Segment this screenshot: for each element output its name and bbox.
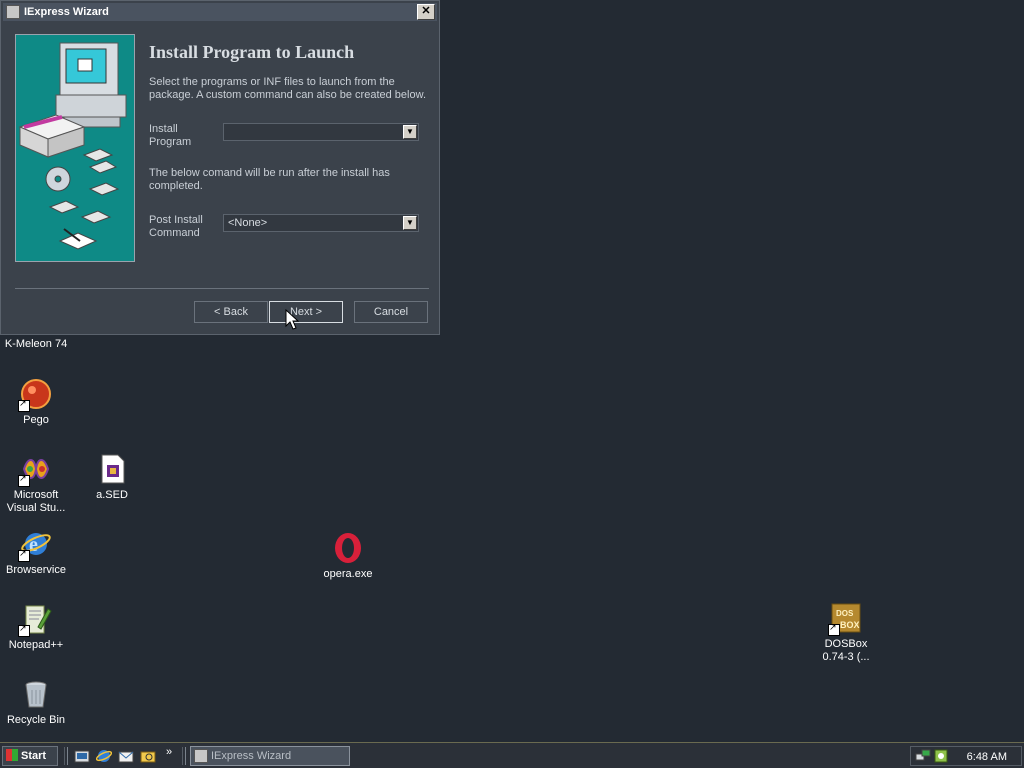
shortcut-arrow-icon [18, 548, 30, 562]
clock[interactable]: 6:48 AM [967, 749, 1007, 765]
dosbox-icon: DOS BOX [828, 602, 862, 636]
desktop-icon-visual-studio[interactable]: Microsoft Visual Stu... [0, 453, 72, 515]
divider [15, 288, 429, 289]
visual-studio-icon [18, 453, 52, 487]
network-icon[interactable] [915, 748, 931, 764]
opera-icon [332, 532, 364, 564]
show-desktop-icon[interactable] [74, 748, 90, 764]
window-title: IExpress Wizard [24, 6, 109, 18]
desktop-icon-browservice[interactable]: e Browservice [0, 528, 72, 577]
chevron-down-icon[interactable]: ▼ [403, 125, 417, 139]
visual-studio-label-1: Microsoft [13, 489, 59, 501]
install-program-combobox[interactable]: ▼ [223, 123, 419, 141]
chevron-down-icon[interactable]: ▼ [403, 216, 417, 230]
pego-label: Pego [23, 414, 49, 426]
post-install-label-2: Command [149, 227, 200, 239]
iexpress-icon [194, 749, 208, 763]
note-text-1: The below comand will be run after the i… [149, 167, 390, 179]
mouse-cursor-icon [285, 309, 299, 330]
system-tray: 6:48 AM [910, 746, 1022, 766]
visual-studio-label-2: Visual Stu... [6, 502, 66, 514]
next-button[interactable]: Next > [269, 301, 343, 323]
explorer-icon[interactable] [140, 748, 156, 764]
outlook-express-icon[interactable] [118, 748, 134, 764]
sed-file-icon [96, 453, 128, 485]
desktop-icon-pego[interactable]: Pego [0, 378, 72, 427]
cancel-button[interactable]: Cancel [354, 301, 428, 323]
shortcut-arrow-icon [18, 623, 30, 637]
pego-icon [18, 378, 52, 412]
quicklaunch-chevron[interactable]: » [166, 746, 172, 758]
notepadpp-icon [18, 603, 52, 637]
intro-text-2: package. A custom command can also be cr… [149, 89, 426, 101]
taskbar-button-iexpress-wizard[interactable]: IExpress Wizard [190, 746, 350, 766]
browservice-label: Browservice [6, 564, 66, 576]
post-install-label-1: Post Install [149, 214, 203, 226]
ased-label: a.SED [96, 489, 128, 501]
window-titlebar[interactable]: IExpress Wizard ✕ [3, 3, 437, 21]
intro-text-1: Select the programs or INF files to laun… [149, 76, 395, 88]
desktop-icon-dosbox[interactable]: DOS BOX DOSBox 0.74-3 (... [810, 602, 882, 664]
dosbox-label-2: 0.74-3 (... [822, 651, 870, 663]
post-install-value: <None> [228, 217, 268, 229]
taskbar-divider [182, 747, 186, 765]
windows-flag-icon [6, 749, 18, 761]
kmeleon-label: K-Meleon 74 [4, 338, 68, 350]
desktop: K-Meleon 74 operating Pego Microsoft Vis… [0, 0, 1024, 742]
dosbox-label-1: DOSBox [824, 638, 868, 650]
recycle-bin-label: Recycle Bin [6, 714, 66, 726]
internet-explorer-icon[interactable] [96, 748, 112, 764]
shortcut-arrow-icon [828, 622, 840, 636]
start-button[interactable]: Start [2, 746, 58, 766]
desktop-icon-notepadpp[interactable]: Notepad++ [0, 603, 72, 652]
svg-text:BOX: BOX [840, 620, 860, 630]
opera-label: opera.exe [323, 568, 373, 580]
internet-explorer-icon: e [18, 528, 52, 562]
install-program-label-1: Install [149, 123, 178, 135]
close-button[interactable]: ✕ [417, 4, 435, 20]
start-label: Start [21, 750, 47, 762]
wizard-heading: Install Program to Launch [149, 42, 355, 62]
desktop-icon-recycle-bin[interactable]: Recycle Bin [0, 678, 72, 727]
iexpress-icon [6, 5, 20, 19]
wizard-illustration [15, 34, 135, 262]
security-icon[interactable] [933, 748, 949, 764]
back-button[interactable]: < Back [194, 301, 268, 323]
shortcut-arrow-icon [18, 398, 30, 412]
notepadpp-label: Notepad++ [8, 639, 64, 651]
desktop-icon-opera[interactable]: opera.exe [312, 532, 384, 581]
svg-text:DOS: DOS [836, 609, 854, 618]
quicklaunch-divider [64, 747, 68, 765]
recycle-bin-icon [20, 678, 52, 710]
desktop-icon-kmeleon[interactable]: K-Meleon 74 [0, 338, 72, 351]
desktop-icon-ased[interactable]: a.SED [76, 453, 148, 502]
taskbar-button-label: IExpress Wizard [211, 750, 292, 762]
shortcut-arrow-icon [18, 473, 30, 487]
install-program-label-2: Program [149, 136, 192, 148]
note-text-2: completed. [149, 180, 203, 192]
iexpress-wizard-window: IExpress Wizard ✕ Install Program to Lau… [0, 0, 440, 335]
post-install-command-combobox[interactable]: <None> ▼ [223, 214, 419, 232]
taskbar: Start » IExpress Wizard 6:48 AM [0, 742, 1024, 768]
